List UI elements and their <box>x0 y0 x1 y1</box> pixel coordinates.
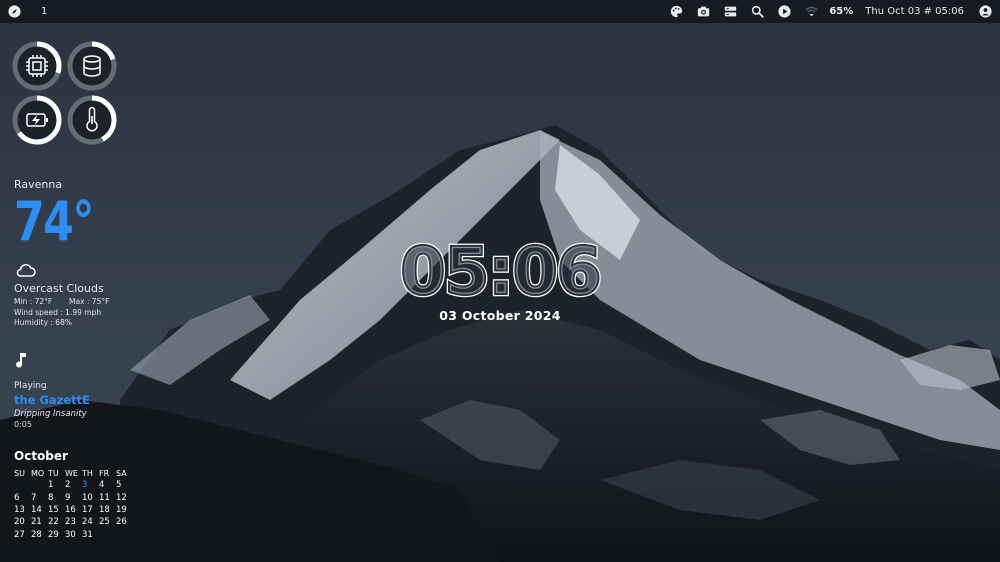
compass-icon[interactable] <box>8 5 21 18</box>
calendar-day: 19 <box>116 505 127 516</box>
calendar-weekday: SU <box>14 468 25 478</box>
clock-date: 03 October 2024 <box>439 308 561 323</box>
calendar-weekday: TH <box>82 468 93 478</box>
weather-min: Min : 72°F <box>14 297 53 306</box>
calendar-day: 14 <box>31 505 42 516</box>
camera-icon[interactable] <box>697 5 710 18</box>
calendar-day: 18 <box>99 505 110 516</box>
workspace-indicator[interactable]: 1 <box>41 6 47 17</box>
search-icon[interactable] <box>751 5 765 18</box>
calendar-weekday: MO <box>31 468 45 478</box>
disk-gauge <box>66 40 118 92</box>
calendar-day: 23 <box>65 517 76 528</box>
calendar-weekday: WE <box>65 468 78 478</box>
cloud-icon <box>16 263 36 277</box>
play-icon[interactable] <box>778 5 791 18</box>
dashboard-icon[interactable] <box>724 5 737 18</box>
clock-widget: 05:06 05:06 05:06 03 October 2024 <box>390 231 610 323</box>
calendar-day: 5 <box>116 480 122 491</box>
calendar-day: 22 <box>48 517 59 528</box>
calendar-day: 27 <box>14 529 25 540</box>
calendar-day: 6 <box>14 492 20 503</box>
music-widget: Playing the GazettE Dripping Insanity 0:… <box>14 352 90 429</box>
cpu-gauge <box>11 40 63 92</box>
temperature-gauge <box>66 94 118 146</box>
calendar-week-row: 13 14 15 16 17 18 19 <box>14 504 133 516</box>
calendar-day: 31 <box>82 529 93 540</box>
calendar-day: 4 <box>99 480 105 491</box>
calendar-week-row: 12345 <box>14 479 133 491</box>
calendar-weekday-row: SU MO TU WE TH FR SA <box>14 467 133 479</box>
calendar-day: 8 <box>48 492 54 503</box>
calendar-day: 30 <box>65 529 76 540</box>
calendar-day: 24 <box>82 517 93 528</box>
weather-max: Max : 75°F <box>69 297 110 306</box>
calendar-day: 29 <box>48 529 59 540</box>
calendar-day: 2 <box>65 480 71 491</box>
calendar-day: 12 <box>116 492 127 503</box>
music-status: Playing <box>14 381 47 391</box>
battery-gauge <box>11 94 63 146</box>
top-bar: 1 65% Thu Oct 03 # 05:06 <box>0 0 1000 23</box>
clock-time-display: 05:06 05:06 05:06 <box>398 231 605 313</box>
weather-minmax: Min : 72°F Max : 75°F <box>14 297 109 306</box>
music-track[interactable]: Dripping Insanity <box>14 409 90 419</box>
calendar-week-row: 6 7 8 9 10 11 12 <box>14 492 133 504</box>
music-artist[interactable]: the GazettE <box>14 393 90 407</box>
calendar-day: 1 <box>48 480 54 491</box>
topbar-datetime[interactable]: Thu Oct 03 # 05:06 <box>865 6 964 17</box>
calendar-day: 15 <box>48 505 59 516</box>
calendar-weekday: TU <box>48 468 59 478</box>
weather-widget: Ravenna 74° Overcast Clouds Min : 72°F M… <box>14 178 110 327</box>
calendar-day: 20 <box>14 517 25 528</box>
calendar-week-row: 27 28 29 30 31 <box>14 528 133 540</box>
calendar-day: 11 <box>99 492 110 503</box>
palette-icon[interactable] <box>670 5 683 18</box>
calendar-month: October <box>14 449 68 463</box>
calendar-day: 13 <box>14 505 25 516</box>
weather-condition: Overcast Clouds <box>14 282 104 295</box>
calendar-widget: October SU MO TU WE TH FR SA 1 2 3 4 5 6 7 8 9 10… <box>14 449 133 541</box>
music-elapsed: 0:05 <box>14 420 32 429</box>
calendar-day: 21 <box>31 517 42 528</box>
calendar-day: 16 <box>65 505 76 516</box>
calendar-day: 10 <box>82 492 93 503</box>
calendar-grid: 1 2 3 4 5 6 7 8 9 10 11 12 13 14 15 16 17 18 19 20 21 22 23 24 2… <box>14 479 133 540</box>
battery-percent[interactable]: 65% <box>829 6 853 17</box>
calendar-day: 28 <box>31 529 42 540</box>
calendar-day: 3 <box>82 480 88 491</box>
music-note-icon <box>16 353 26 368</box>
calendar-weekday: SA <box>116 468 127 478</box>
user-icon[interactable] <box>979 5 992 18</box>
calendar-day: 25 <box>99 517 110 528</box>
calendar-week-row: 20 21 22 23 24 25 26 <box>14 516 133 528</box>
calendar-day: 26 <box>116 517 127 528</box>
wifi-icon[interactable] <box>805 5 818 18</box>
clock-time-fill: 05:06 <box>400 238 600 304</box>
weather-temperature: 74° <box>14 190 94 253</box>
calendar-day: 17 <box>82 505 93 516</box>
weather-humidity: Humidity : 68% <box>14 318 72 327</box>
calendar-day: 9 <box>65 492 71 503</box>
calendar-day: 7 <box>31 492 37 503</box>
calendar-weekday: FR <box>99 468 110 478</box>
weather-wind: Wind speed : 1.99 mph <box>14 308 102 317</box>
